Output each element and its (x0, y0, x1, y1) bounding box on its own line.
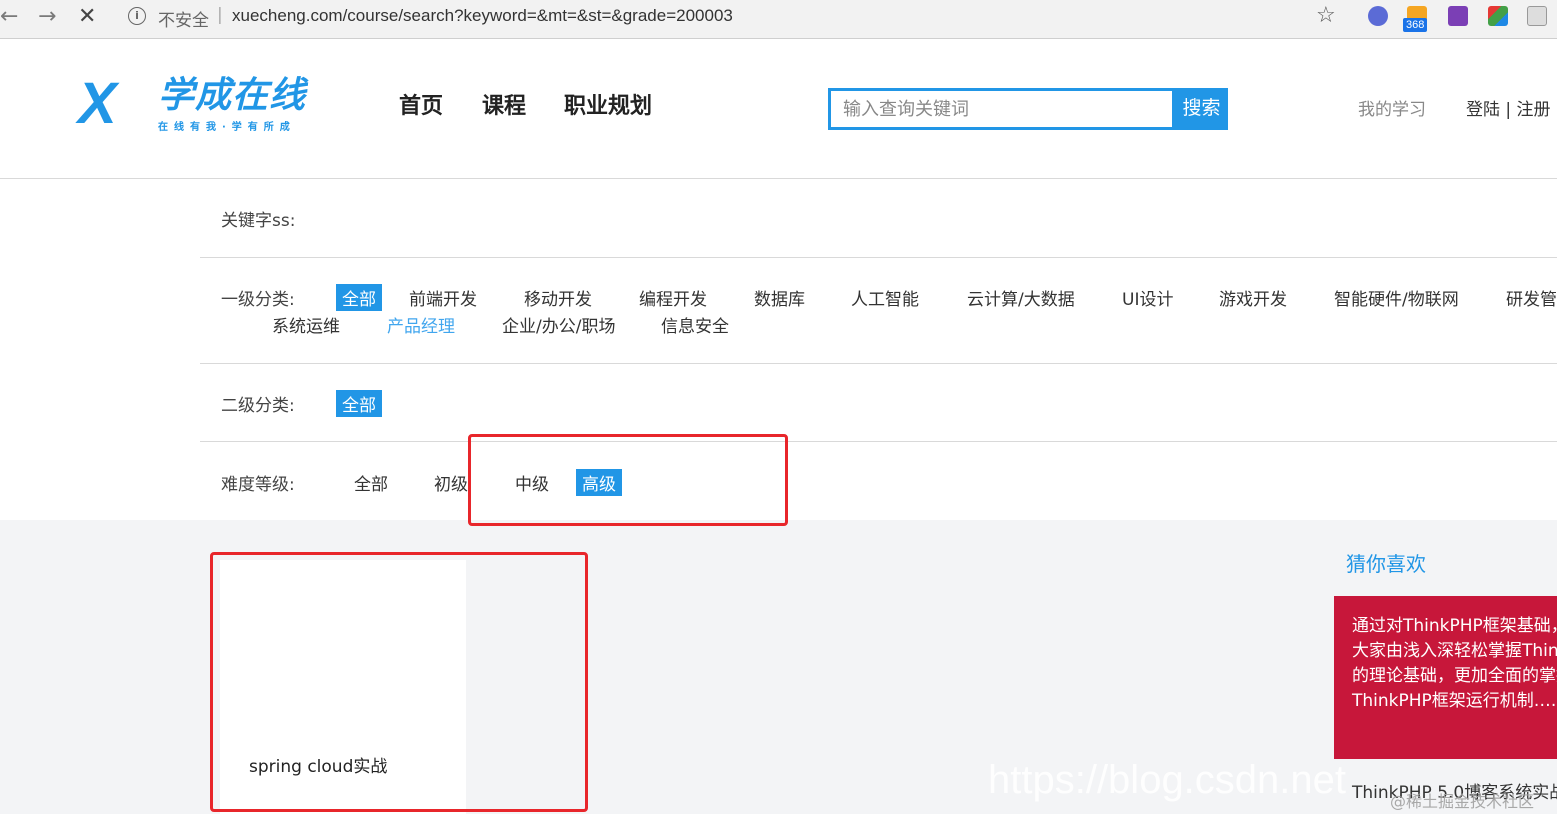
logo-slogan: 在线有我·学有所成 (158, 122, 296, 133)
watermark-author: @稀土掘金技术社区 (1390, 792, 1535, 811)
bookmark-star-icon[interactable]: ☆ (1316, 3, 1336, 28)
level1-option[interactable]: 研发管 (1506, 285, 1557, 310)
level1-option[interactable]: 企业/办公/职场 (502, 312, 615, 337)
header-divider (0, 178, 1557, 179)
extension-count-badge: 368 (1403, 18, 1428, 32)
level1-option[interactable]: 移动开发 (524, 285, 592, 310)
level1-option-all[interactable]: 全部 (336, 284, 382, 311)
level1-option-selected[interactable]: 产品经理 (387, 312, 455, 337)
level1-option[interactable]: UI设计 (1122, 285, 1173, 310)
level1-option[interactable]: 人工智能 (851, 285, 919, 310)
filter-divider (200, 363, 1557, 364)
extension-color-icon[interactable] (1488, 6, 1508, 26)
keyword-label: 关键字ss: (221, 211, 296, 231)
difficulty-option[interactable]: 初级 (434, 470, 468, 495)
address-bar-url[interactable]: xuecheng.com/course/search?keyword=&mt=&… (232, 6, 733, 26)
level1-option[interactable]: 信息安全 (661, 312, 729, 337)
login-register-link[interactable]: 登陆 | 注册 (1466, 95, 1551, 120)
level1-option[interactable]: 云计算/大数据 (967, 285, 1075, 310)
nav-courses[interactable]: 课程 (482, 88, 526, 120)
filter-divider (200, 257, 1557, 258)
insecure-label: 不安全 (158, 11, 209, 31)
level1-option[interactable]: 数据库 (754, 285, 805, 310)
recommend-title: 猜你喜欢 (1346, 552, 1426, 576)
level1-label: 一级分类: (221, 290, 295, 310)
nav-home[interactable]: 首页 (399, 88, 443, 120)
watermark-url: https://blog.csdn.net (988, 758, 1347, 802)
logo-icon[interactable]: X (78, 75, 117, 133)
annotation-box-result (210, 552, 588, 812)
difficulty-option[interactable]: 全部 (354, 470, 388, 495)
filter-divider (200, 441, 1557, 442)
annotation-box-difficulty (468, 434, 788, 526)
nav-career[interactable]: 职业规划 (564, 88, 652, 120)
logo-title[interactable]: 学成在线 (158, 74, 306, 118)
level1-option[interactable]: 系统运维 (272, 312, 340, 337)
level2-label: 二级分类: (221, 396, 295, 416)
my-learning-link[interactable]: 我的学习 (1358, 95, 1426, 120)
forward-icon[interactable]: → (38, 4, 56, 29)
address-separator: | (217, 5, 223, 25)
promo-text: 通过对ThinkPHP框架基础，带领大家由浅入深轻松掌握ThinkPHP的理论基… (1352, 616, 1557, 711)
recommend-promo-card[interactable]: 通过对ThinkPHP框架基础，带领大家由浅入深轻松掌握ThinkPHP的理论基… (1334, 596, 1557, 759)
level1-option[interactable]: 前端开发 (409, 285, 477, 310)
extension-image-icon[interactable] (1527, 6, 1547, 26)
search-input[interactable] (831, 91, 1172, 127)
level1-option[interactable]: 游戏开发 (1219, 285, 1287, 310)
back-icon[interactable]: ← (0, 4, 18, 29)
level1-option[interactable]: 智能硬件/物联网 (1334, 285, 1459, 310)
search-box (828, 88, 1175, 130)
stop-loading-icon[interactable]: ✕ (78, 4, 96, 29)
search-button[interactable]: 搜索 (1175, 88, 1228, 130)
difficulty-label: 难度等级: (221, 475, 295, 495)
extension-rp-icon[interactable] (1448, 6, 1468, 26)
site-info-icon[interactable]: i (128, 7, 146, 25)
level2-option-all[interactable]: 全部 (336, 390, 382, 417)
level1-option[interactable]: 编程开发 (639, 285, 707, 310)
extension-check-icon[interactable] (1368, 6, 1388, 26)
